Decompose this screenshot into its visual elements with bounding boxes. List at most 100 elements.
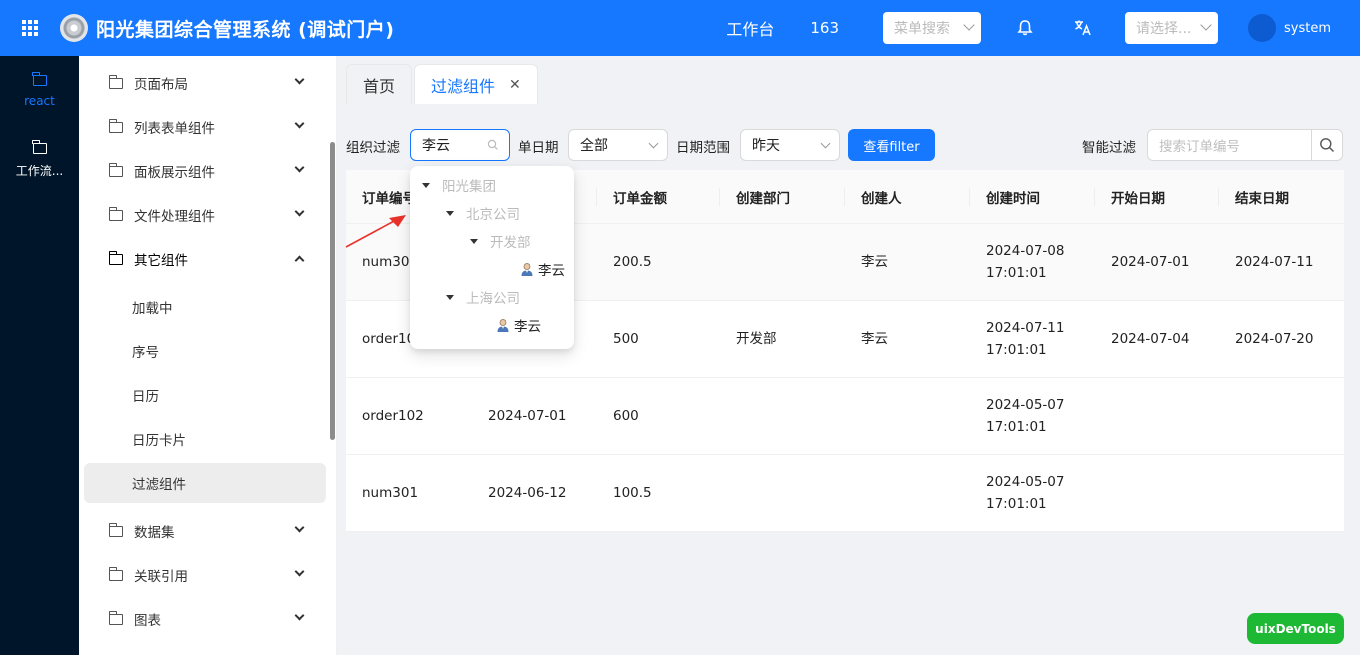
bell-icon[interactable]	[1015, 18, 1035, 38]
tree-node-beijing[interactable]: 北京公司	[446, 199, 520, 227]
org-tree-dropdown: 阳光集团 北京公司 开发部 李云 上海公司 李云	[410, 166, 574, 349]
user-icon	[496, 318, 510, 332]
date-part: 2024-07-11	[986, 320, 1065, 336]
range-filter-label: 日期范围	[676, 140, 730, 156]
date-select-value: 全部	[580, 138, 608, 154]
table-row[interactable]: num301 2024-06-12 100.5 2024-05-07 17:01:…	[346, 455, 1344, 532]
avatar[interactable]	[1248, 14, 1276, 42]
menu-item-file[interactable]: 文件处理组件	[79, 193, 326, 237]
date-select[interactable]: 全部	[568, 129, 668, 161]
tab-label: 过滤组件	[431, 76, 496, 96]
menu-item-page-layout[interactable]: 页面布局	[79, 61, 326, 105]
smart-filter-label: 智能过滤	[1082, 140, 1136, 156]
table-cell: 2024-07-11 17:01:01	[970, 301, 1095, 377]
tree-node-label: 李云	[514, 319, 541, 335]
tree-node-root[interactable]: 阳光集团	[422, 171, 496, 199]
table-row[interactable]: order102 2024-07-01 600 2024-05-07 17:01:…	[346, 378, 1344, 455]
devtools-button[interactable]: uixDevTools	[1247, 613, 1344, 644]
table-cell: 2024-07-20	[1235, 331, 1314, 347]
search-icon	[487, 139, 499, 155]
search-button[interactable]	[1311, 129, 1343, 161]
sub-item-index[interactable]: 序号	[84, 331, 326, 371]
menu-item-list-form[interactable]: 列表表单组件	[79, 105, 326, 149]
col-header[interactable]: 订单金额	[597, 170, 720, 224]
rail-item-workflow[interactable]: 工作流...	[0, 126, 79, 196]
menu-item-panel[interactable]: 面板展示组件	[79, 149, 326, 193]
caret-down-icon[interactable]	[446, 294, 454, 300]
order-search-input[interactable]: 搜索订单编号	[1147, 129, 1311, 161]
chevron-down-icon	[294, 522, 305, 533]
chevron-down-icon	[1200, 19, 1212, 31]
table-cell	[845, 455, 970, 531]
search-icon	[1320, 138, 1334, 152]
sub-item-calendar-card[interactable]: 日历卡片	[84, 419, 326, 459]
annotation-arrow	[345, 215, 406, 248]
folder-icon	[108, 74, 123, 89]
tab-home[interactable]: 首页	[346, 64, 413, 104]
table-cell: 2024-07-01	[488, 408, 567, 424]
menu-search-select[interactable]: 菜单搜索	[883, 12, 981, 44]
folder-icon	[108, 206, 123, 221]
table-cell: 600	[613, 408, 639, 424]
count-badge: 163	[810, 19, 839, 37]
tree-node-user[interactable]: 李云	[496, 311, 541, 339]
app-rail: react 工作流...	[0, 56, 79, 655]
time-part: 17:01:01	[986, 496, 1047, 512]
top-bar: 阳光集团综合管理系统 (调试门户) 工作台 163 菜单搜索 请选择... sy…	[0, 0, 1360, 56]
tree-node-shanghai[interactable]: 上海公司	[446, 283, 520, 311]
smart-search: 搜索订单编号	[1147, 129, 1343, 161]
chevron-down-icon	[648, 138, 659, 149]
chevron-down-icon	[294, 610, 305, 621]
logo	[60, 14, 88, 42]
table-cell	[1095, 378, 1219, 454]
col-header[interactable]: 结束日期	[1219, 170, 1344, 224]
workbench-link[interactable]: 工作台	[726, 16, 774, 40]
table-cell	[720, 224, 845, 300]
table-cell: 李云	[861, 254, 888, 270]
col-header[interactable]: 开始日期	[1095, 170, 1219, 224]
user-icon	[520, 262, 534, 276]
chevron-down-icon	[963, 19, 975, 31]
close-icon[interactable]: ✕	[509, 77, 521, 93]
menu-item-label: 页面布局	[134, 77, 188, 93]
table-cell: 2024-06-12	[488, 485, 567, 501]
menu-item-reference[interactable]: 关联引用	[79, 553, 326, 597]
tab-filter[interactable]: 过滤组件 ✕	[414, 64, 538, 104]
table-cell	[845, 378, 970, 454]
sub-item-calendar[interactable]: 日历	[84, 375, 326, 415]
range-select[interactable]: 昨天	[740, 129, 840, 161]
view-filter-button[interactable]: 查看filter	[848, 129, 935, 161]
tree-node-label: 李云	[538, 263, 565, 279]
col-header[interactable]: 创建时间	[970, 170, 1095, 224]
tenant-select[interactable]: 请选择...	[1125, 12, 1218, 44]
col-header[interactable]: 创建部门	[720, 170, 845, 224]
sidebar-scrollbar[interactable]	[330, 142, 335, 440]
menu-item-dataset[interactable]: 数据集	[79, 509, 326, 553]
menu-item-label: 列表表单组件	[134, 121, 215, 137]
app-title: 阳光集团综合管理系统 (调试门户)	[96, 18, 395, 41]
app-grid-button[interactable]	[0, 0, 60, 56]
table-cell: 2024-07-04	[1111, 331, 1190, 347]
menu-item-chart[interactable]: 图表	[79, 597, 326, 641]
menu-item-label: 数据集	[134, 525, 175, 541]
sub-item-filter[interactable]: 过滤组件	[84, 463, 326, 503]
user-name[interactable]: system	[1284, 21, 1331, 36]
rail-item-label: react	[24, 93, 55, 108]
caret-down-icon[interactable]	[470, 238, 478, 244]
table-cell: 2024-07-08 17:01:01	[970, 224, 1095, 300]
menu-item-other[interactable]: 其它组件	[79, 237, 326, 281]
tree-node-dev[interactable]: 开发部	[470, 227, 531, 255]
caret-down-icon[interactable]	[446, 210, 454, 216]
org-tree-select[interactable]: 李云	[410, 129, 510, 161]
sub-item-loading[interactable]: 加载中	[84, 287, 326, 327]
rail-item-react[interactable]: react	[0, 56, 79, 126]
caret-down-icon[interactable]	[422, 182, 430, 188]
col-header[interactable]: 创建人	[845, 170, 970, 224]
translate-icon[interactable]	[1073, 18, 1093, 38]
tree-node-user[interactable]: 李云	[520, 255, 565, 283]
table-cell: order102	[362, 408, 424, 424]
table-cell: 2024-07-11	[1235, 254, 1314, 270]
menu-item-label: 面板展示组件	[134, 165, 215, 181]
table-cell: 开发部	[736, 331, 777, 347]
sidebar-menu: 页面布局 列表表单组件 面板展示组件 文件处理组件 其它组件 加载中 序号 日历…	[79, 56, 337, 655]
